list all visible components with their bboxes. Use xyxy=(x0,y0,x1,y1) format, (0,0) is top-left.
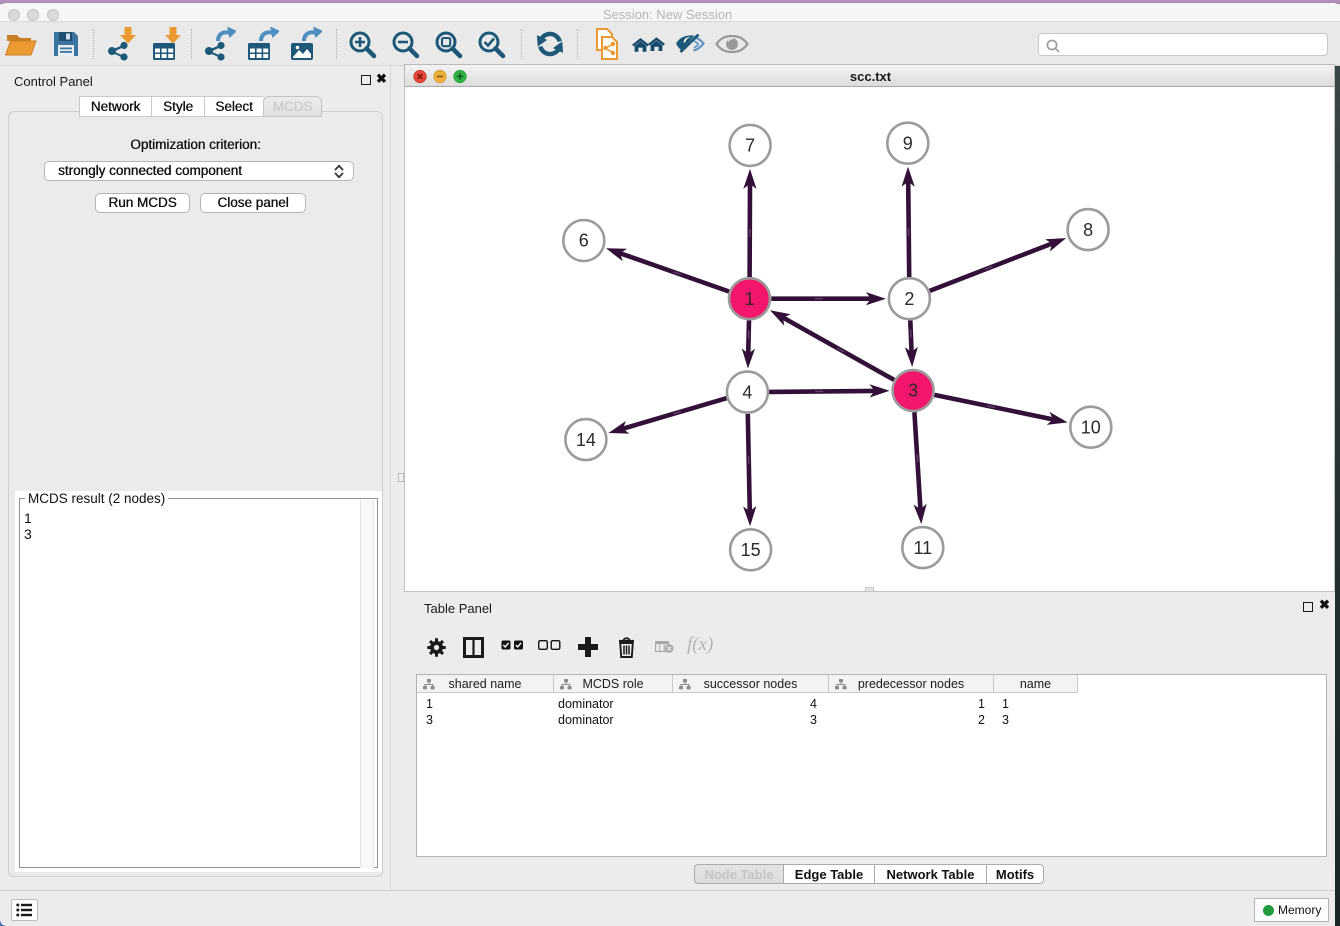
svg-text:9: 9 xyxy=(903,133,913,153)
svg-text:4: 4 xyxy=(742,382,752,402)
svg-text:6: 6 xyxy=(579,231,589,251)
svg-text:8: 8 xyxy=(1083,220,1093,240)
svg-text:3: 3 xyxy=(908,381,918,401)
svg-text:15: 15 xyxy=(741,540,761,560)
svg-text:10: 10 xyxy=(1081,417,1101,437)
svg-text:14: 14 xyxy=(576,430,596,450)
svg-text:1: 1 xyxy=(744,289,754,309)
svg-text:11: 11 xyxy=(913,538,932,558)
svg-text:7: 7 xyxy=(745,136,755,156)
svg-text:2: 2 xyxy=(904,289,914,309)
